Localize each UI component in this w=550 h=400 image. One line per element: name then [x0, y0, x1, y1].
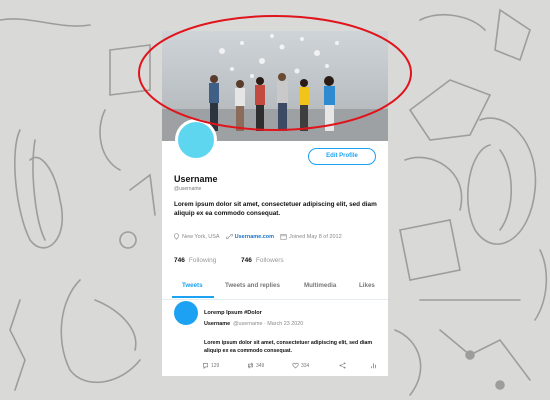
- profile-bio: Lorem ipsum dolor sit amet, consectetuer…: [174, 201, 377, 217]
- reply-count: 129: [211, 362, 220, 369]
- location-icon: [174, 233, 179, 240]
- profile-avatar[interactable]: [175, 119, 217, 161]
- followers-stat[interactable]: 746 Followers: [241, 257, 284, 264]
- profile-website-link[interactable]: Username.com: [235, 234, 274, 240]
- tweet-avatar[interactable]: [174, 301, 198, 325]
- tweet-author: Username @username · March 23 2020: [204, 321, 303, 327]
- tweet-body: Lorem ipsum dolor sit amet, consectetuer…: [204, 340, 373, 354]
- following-stat[interactable]: 746 Following: [174, 257, 216, 264]
- retweet-count: 349: [256, 362, 265, 369]
- followers-count: 746: [241, 257, 252, 264]
- tab-likes[interactable]: Likes: [359, 275, 375, 299]
- followers-label: Followers: [255, 257, 284, 264]
- calendar-icon: [280, 234, 287, 240]
- share-icon: [339, 362, 346, 369]
- profile-handle: @username: [174, 186, 202, 192]
- following-count: 746: [174, 257, 185, 264]
- tweet-username[interactable]: Username: [204, 321, 230, 327]
- share-button[interactable]: [339, 362, 346, 369]
- like-icon: [292, 362, 299, 369]
- profile-meta: New York, USA Username.com Joined May 8 …: [173, 233, 383, 240]
- tweet-handle-date: @username · March 23 2020: [233, 321, 304, 327]
- retweet-icon: [247, 362, 254, 369]
- reply-icon: [203, 363, 208, 369]
- profile-joined: Joined May 8 of 2012: [289, 233, 342, 240]
- following-label: Following: [188, 257, 217, 264]
- tab-multimedia[interactable]: Multimedia: [304, 275, 336, 299]
- retweet-button[interactable]: 349: [247, 362, 264, 369]
- stats-button[interactable]: [370, 362, 377, 369]
- profile-location: New York, USA: [182, 233, 220, 240]
- reply-button[interactable]: 129: [202, 362, 219, 369]
- tweet-title: Loremp Ipsum #Dolor: [204, 310, 262, 316]
- profile-name: Username: [174, 174, 218, 184]
- like-button[interactable]: 334: [292, 362, 309, 369]
- stats-icon: [370, 363, 377, 369]
- active-tab-indicator: [172, 296, 214, 298]
- link-icon: [225, 233, 233, 240]
- profile-card: Edit Profile Username @username Lorem ip…: [162, 31, 388, 376]
- tweet-actions: 129 349 334: [162, 362, 388, 374]
- tab-tweets-and-replies[interactable]: Tweets and replies: [225, 275, 280, 299]
- edit-profile-button[interactable]: Edit Profile: [308, 148, 376, 165]
- like-count: 334: [301, 362, 310, 369]
